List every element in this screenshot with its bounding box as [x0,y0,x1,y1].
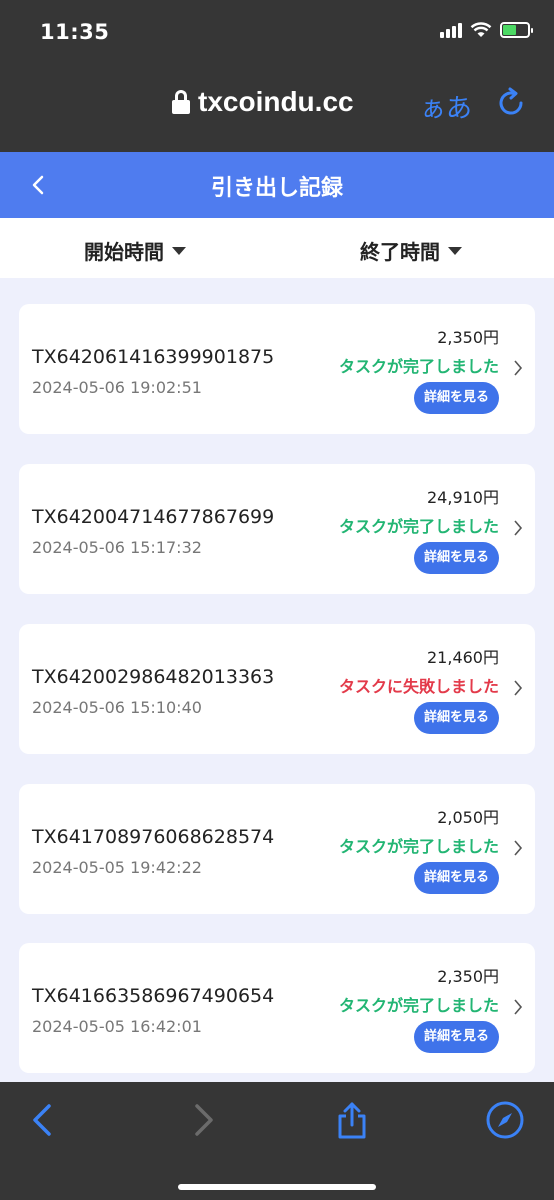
browser-bottom-toolbar [0,1082,554,1200]
wifi-icon [470,22,492,37]
browser-top-chrome: 11:35 txcoindu.cc ぁあ [0,0,554,152]
view-details-button[interactable]: 詳細を見る [413,542,499,574]
transaction-amount: 24,910円 [427,488,499,507]
start-time-filter[interactable]: 開始時間 [84,236,186,265]
url-display[interactable]: txcoindu.cc [172,86,354,118]
end-time-filter[interactable]: 終了時間 [360,236,462,265]
status-label: タスクが完了しました [338,996,499,1015]
status-icons [440,22,533,38]
transaction-id: TX641708976068628574 [32,826,275,848]
transaction-date: 2024-05-06 19:02:51 [32,378,202,397]
transaction-id: TX642061416399901875 [32,346,275,368]
status-label: タスクが完了しました [338,357,499,376]
end-time-label: 終了時間 [360,240,440,264]
record-card[interactable]: TX642004714677867699 2024-05-06 15:17:32… [19,464,535,594]
transaction-date: 2024-05-06 15:17:32 [32,538,202,557]
text-size-button[interactable]: ぁあ [420,88,472,125]
view-details-button[interactable]: 詳細を見る [413,1021,499,1053]
transaction-date: 2024-05-06 15:10:40 [32,698,202,717]
record-card[interactable]: TX642002986482013363 2024-05-06 15:10:40… [19,624,535,754]
chevron-right-icon [514,999,523,1015]
filter-row: 開始時間 終了時間 [0,218,554,278]
record-card[interactable]: TX641663586967490654 2024-05-05 16:42:01… [19,943,535,1073]
reload-icon[interactable] [494,86,528,120]
caret-down-icon [172,246,186,255]
transaction-amount: 2,350円 [437,328,499,347]
transaction-amount: 2,350円 [437,967,499,986]
transaction-id: TX642004714677867699 [32,506,275,528]
chevron-right-icon [514,680,523,696]
lock-icon [172,90,190,114]
signal-icon [440,22,462,38]
status-time: 11:35 [40,20,110,44]
battery-icon [500,22,533,38]
record-card[interactable]: TX641708976068628574 2024-05-05 19:42:22… [19,784,535,914]
status-label: タスクが完了しました [338,837,499,856]
transaction-id: TX642002986482013363 [32,666,275,688]
url-bar[interactable]: txcoindu.cc ぁあ [0,80,554,130]
chevron-right-icon [514,520,523,536]
chevron-right-icon [514,840,523,856]
chevron-right-icon [514,360,523,376]
app-header: 引き出し記録 [0,152,554,218]
transaction-date: 2024-05-05 16:42:01 [32,1017,202,1036]
start-time-label: 開始時間 [84,240,164,264]
view-details-button[interactable]: 詳細を見る [413,702,499,734]
transaction-date: 2024-05-05 19:42:22 [32,858,202,877]
browser-back-icon[interactable] [24,1100,64,1140]
share-icon[interactable] [332,1100,372,1140]
caret-down-icon [448,246,462,255]
view-details-button[interactable]: 詳細を見る [413,382,499,414]
transaction-amount: 2,050円 [437,808,499,827]
compass-icon[interactable] [485,1100,525,1140]
transaction-id: TX641663586967490654 [32,985,275,1007]
browser-forward-icon[interactable] [182,1100,222,1140]
records-list[interactable]: TX642061416399901875 2024-05-06 19:02:51… [0,278,554,1082]
page-title: 引き出し記録 [210,176,343,201]
status-label: タスクに失敗しました [338,677,499,696]
url-text: txcoindu.cc [198,86,354,117]
home-indicator [178,1184,376,1190]
view-details-button[interactable]: 詳細を見る [413,862,499,894]
record-card[interactable]: TX642061416399901875 2024-05-06 19:02:51… [19,304,535,434]
status-label: タスクが完了しました [338,517,499,536]
transaction-amount: 21,460円 [427,648,499,667]
